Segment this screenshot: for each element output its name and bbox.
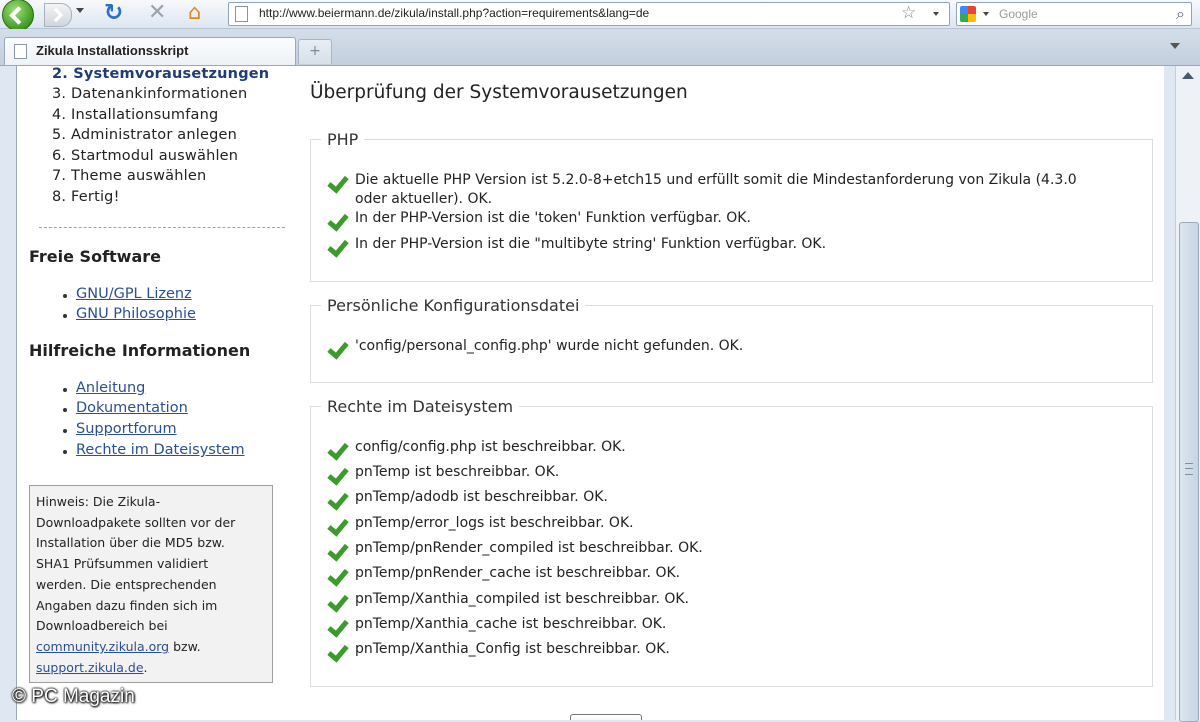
hint-line: community.zikula.org bzw. (36, 637, 272, 658)
vertical-scrollbar[interactable] (1175, 66, 1200, 722)
link-community-zikula[interactable]: community.zikula.org (36, 639, 169, 654)
tab-list-icon[interactable] (1170, 43, 1180, 49)
page-icon (235, 6, 248, 22)
history-dropdown-icon[interactable] (76, 8, 84, 13)
check-text: pnTemp/adodb ist beschreibbar. OK. (355, 489, 608, 505)
check-text: pnTemp/error_logs ist beschreibbar. OK. (355, 515, 634, 531)
free-software-heading: Freie Software (29, 247, 161, 266)
step-theme: 7. Theme auswählen (52, 168, 207, 184)
page-right-margin (1164, 66, 1175, 720)
home-icon[interactable]: ⌂ (188, 0, 201, 24)
link-gnu-philosophie[interactable]: GNU Philosophie (63, 306, 196, 322)
step-fertig: 8. Fertig! (52, 189, 120, 205)
section-legend: Persönliche Konfigurationsdatei (327, 296, 580, 315)
hint-line: Downloadpakete sollten vor der (36, 514, 236, 530)
link-rechte[interactable]: Rechte im Dateisystem (63, 442, 245, 458)
hint-end: . (143, 659, 148, 675)
address-bar[interactable]: http://www.beiermann.de/zikula/install.p… (228, 2, 950, 26)
check-text: pnTemp/Xanthia_cache ist beschreibbar. O… (355, 616, 667, 632)
hint-box: Hinweis: Die Zikula- Downloadpakete soll… (29, 485, 273, 683)
link-anleitung[interactable]: Anleitung (62, 380, 145, 396)
green-check-icon (327, 469, 349, 483)
page-title: Überprüfung der Systemvorausetzungen (310, 82, 688, 103)
forward-arrow-icon[interactable] (44, 3, 72, 27)
engine-dropdown-icon[interactable] (983, 12, 989, 16)
check-text: In der PHP-Version ist die 'token' Funkt… (355, 210, 751, 226)
step-datenbank: 3. Datenankinformationen (52, 86, 248, 102)
tab-title: Zikula Installationsskript (36, 43, 189, 58)
section-legend: PHP (327, 130, 359, 149)
hint-line: support.zikula.de. (36, 658, 272, 679)
grip-icon (1185, 463, 1193, 475)
check-text: pnTemp ist beschreibbar. OK. (355, 464, 560, 480)
check-text: Die aktuelle PHP Version ist 5.2.0-8+etc… (355, 172, 1077, 188)
link-support-zikula[interactable]: support.zikula.de (36, 660, 144, 675)
section-legend: Rechte im Dateisystem (327, 397, 514, 416)
green-check-icon (327, 520, 349, 534)
check-text: pnTemp/pnRender_compiled ist beschreibba… (355, 540, 703, 556)
step-systemvoraussetzungen: 2. Systemvorausetzungen (52, 66, 270, 82)
check-text: pnTemp/Xanthia_compiled ist beschreibbar… (355, 591, 689, 607)
step-startmodul: 6. Startmodul auswählen (52, 148, 239, 164)
green-check-icon (327, 545, 349, 559)
page-content: 2. Systemvorausetzungen 3. Datenankinfor… (16, 66, 1165, 720)
green-check-icon (327, 494, 349, 508)
divider (39, 227, 285, 228)
new-tab-button[interactable]: + (298, 39, 332, 64)
tab-zikula-installer[interactable]: Zikula Installationsskript (4, 37, 296, 65)
green-check-icon (327, 570, 349, 584)
hint-bzw: bzw. (169, 638, 201, 654)
link-dokumentation[interactable]: Dokumentation (63, 400, 188, 416)
next-button[interactable] (570, 714, 642, 720)
scroll-thumb[interactable] (1179, 222, 1199, 722)
check-text: 'config/personal_config.php' wurde nicht… (355, 338, 744, 354)
green-check-icon (327, 241, 349, 255)
back-arrow-icon[interactable] (2, 0, 34, 31)
step-installationsumfang: 4. Installationsumfang (52, 107, 219, 123)
tab-strip: Zikula Installationsskript + (0, 29, 1200, 66)
stop-icon[interactable]: ✕ (148, 0, 166, 25)
reload-icon[interactable]: ↻ (104, 0, 123, 26)
green-check-icon (327, 646, 349, 660)
search-input[interactable]: Google ⌕ (956, 2, 1192, 26)
green-check-icon (327, 444, 349, 458)
scroll-up-arrow-icon[interactable] (1182, 72, 1194, 79)
check-text: In der PHP-Version ist die "multibyte st… (355, 236, 827, 252)
step-administrator: 5. Administrator anlegen (52, 127, 238, 143)
check-text: config/config.php ist beschreibbar. OK. (355, 439, 626, 455)
green-check-icon (327, 215, 349, 229)
green-check-icon (327, 177, 349, 191)
hint-line: Downloadbereich bei (36, 618, 168, 634)
green-check-icon (327, 343, 349, 357)
green-check-icon (327, 621, 349, 635)
check-text: pnTemp/pnRender_cache ist beschreibbar. … (355, 565, 681, 581)
hint-line: Installation über die MD5 bzw. (36, 535, 225, 551)
browser-toolbar: ↻ ✕ ⌂ http://www.beiermann.de/zikula/ins… (0, 0, 1200, 31)
link-gnu-gpl[interactable]: GNU/GPL Lizenz (63, 286, 192, 302)
search-placeholder: Google (999, 7, 1038, 21)
helpful-info-heading: Hilfreiche Informationen (29, 341, 251, 360)
check-text: pnTemp/Xanthia_Config ist beschreibbar. … (355, 641, 670, 657)
hint-line: SHA1 Prüfsummen validiert (36, 556, 209, 572)
link-supportforum[interactable]: Supportforum (63, 421, 177, 437)
url-dropdown-icon[interactable] (933, 12, 939, 16)
check-text-continued: oder aktueller). OK. (355, 191, 493, 207)
green-check-icon (327, 596, 349, 610)
watermark: © PC Magazin (12, 686, 135, 707)
section-personal-config: Persönliche Konfigurationsdatei 'config/… (310, 296, 1153, 383)
hint-line: Hinweis: Die Zikula- (36, 494, 161, 509)
section-file-permissions: Rechte im Dateisystem config/config.php … (310, 397, 1153, 687)
search-engine-icon[interactable] (960, 6, 976, 22)
star-icon[interactable]: ☆ (901, 3, 916, 23)
magnifier-icon[interactable]: ⌕ (1176, 4, 1185, 24)
hint-line: werden. Die entsprechenden (36, 576, 217, 592)
tab-page-icon (14, 44, 27, 59)
section-php: PHP Die aktuelle PHP Version ist 5.2.0-8… (310, 130, 1153, 282)
hint-line: Angaben dazu finden sich im (36, 597, 218, 613)
url-text[interactable]: http://www.beiermann.de/zikula/install.p… (259, 6, 649, 20)
